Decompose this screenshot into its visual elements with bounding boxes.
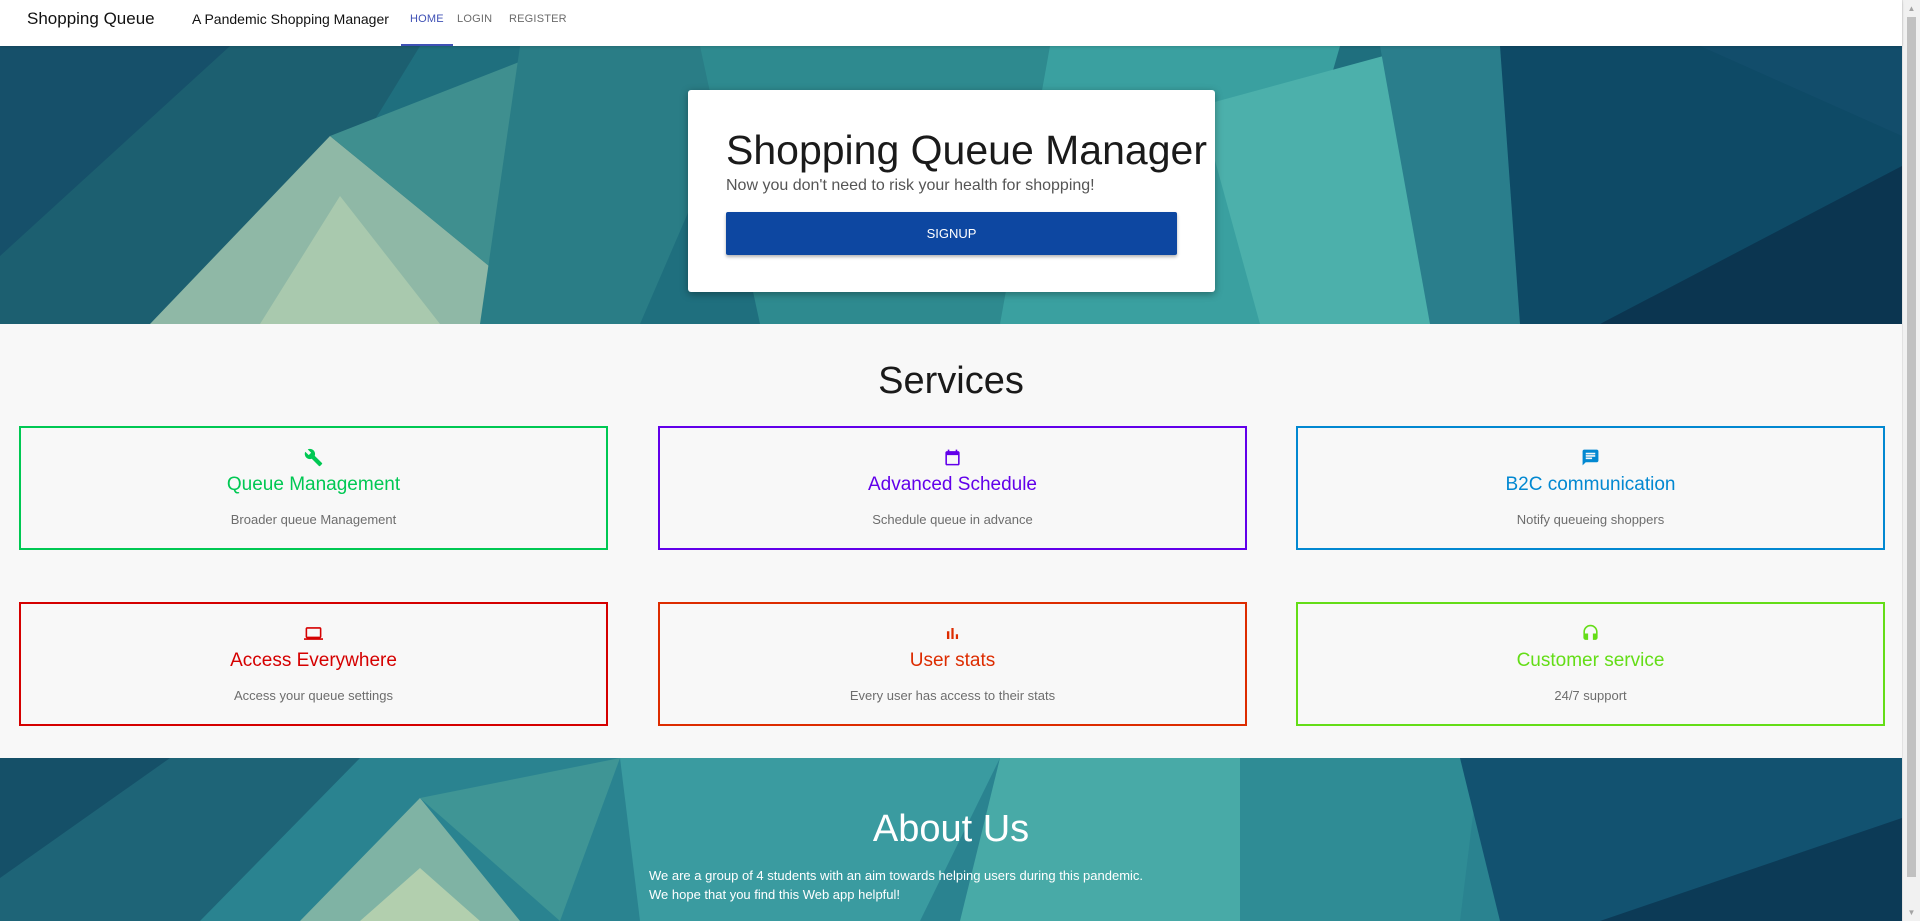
brand-tagline: A Pandemic Shopping Manager bbox=[192, 11, 389, 27]
service-title: Queue Management bbox=[226, 474, 401, 495]
top-navbar: Shopping Queue A Pandemic Shopping Manag… bbox=[0, 0, 1902, 46]
service-description: Access your queue settings bbox=[234, 688, 393, 703]
service-description: Every user has access to their stats bbox=[849, 688, 1056, 703]
service-description: 24/7 support bbox=[1554, 688, 1627, 703]
service-title: B2C communication bbox=[1505, 474, 1676, 495]
hero-card: Shopping Queue Manager Now you don't nee… bbox=[688, 90, 1215, 292]
service-card-access-everywhere[interactable]: Access Everywhere Access your queue sett… bbox=[19, 602, 608, 726]
wrench-icon bbox=[21, 448, 606, 468]
hero-section: Shopping Queue Manager Now you don't nee… bbox=[0, 46, 1902, 324]
about-title: About Us bbox=[872, 808, 1030, 850]
nav-home[interactable]: HOME bbox=[401, 0, 453, 46]
service-description: Broader queue Management bbox=[230, 512, 397, 527]
scrollbar-thumb[interactable] bbox=[1907, 17, 1916, 877]
hero-subtitle: Now you don't need to risk your health f… bbox=[726, 177, 1095, 194]
brand-name[interactable]: Shopping Queue bbox=[27, 9, 155, 29]
calendar-icon bbox=[660, 448, 1245, 468]
vertical-scrollbar[interactable]: ▲ ▼ bbox=[1902, 0, 1920, 921]
laptop-icon bbox=[21, 624, 606, 644]
service-title: Customer service bbox=[1516, 650, 1665, 671]
service-card-advanced-schedule[interactable]: Advanced Schedule Schedule queue in adva… bbox=[658, 426, 1247, 550]
service-title: User stats bbox=[909, 650, 996, 671]
scroll-up-arrow-icon[interactable]: ▲ bbox=[1903, 0, 1920, 17]
service-description: Schedule queue in advance bbox=[872, 512, 1033, 527]
headset-icon bbox=[1298, 624, 1883, 644]
about-text-line-2: We hope that you find this Web app helpf… bbox=[649, 887, 901, 902]
nav-register[interactable]: REGISTER bbox=[509, 0, 567, 44]
scroll-down-arrow-icon[interactable]: ▼ bbox=[1903, 904, 1920, 921]
services-title: Services bbox=[878, 360, 1024, 402]
service-card-customer-service[interactable]: Customer service 24/7 support bbox=[1296, 602, 1885, 726]
service-description: Notify queueing shoppers bbox=[1516, 512, 1665, 527]
service-title: Access Everywhere bbox=[230, 650, 397, 671]
bar-chart-icon bbox=[660, 624, 1245, 644]
about-section: About Us We are a group of 4 students wi… bbox=[0, 758, 1902, 921]
about-text-line-1: We are a group of 4 students with an aim… bbox=[649, 868, 1144, 883]
service-title: Advanced Schedule bbox=[867, 474, 1037, 495]
nav-login[interactable]: LOGIN bbox=[457, 0, 492, 44]
signup-button[interactable]: SIGNUP bbox=[726, 212, 1177, 255]
service-card-queue-management[interactable]: Queue Management Broader queue Managemen… bbox=[19, 426, 608, 550]
service-card-user-stats[interactable]: User stats Every user has access to thei… bbox=[658, 602, 1247, 726]
chat-icon bbox=[1298, 448, 1883, 468]
hero-title: Shopping Queue Manager bbox=[726, 127, 1207, 173]
service-card-b2c-communication[interactable]: B2C communication Notify queueing shoppe… bbox=[1296, 426, 1885, 550]
